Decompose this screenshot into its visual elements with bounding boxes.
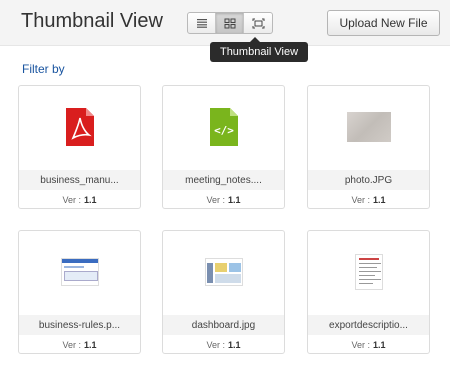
screenshot-thumbnail xyxy=(60,258,99,286)
version-value: 1.1 xyxy=(84,194,97,205)
file-card[interactable]: business_manu... Ver : 1.1 xyxy=(18,85,141,209)
view-toggle-group xyxy=(187,12,273,34)
file-card[interactable]: business-rules.p... Ver : 1.1 xyxy=(18,230,141,354)
file-thumbnail xyxy=(19,231,140,313)
version-label: Ver : xyxy=(206,339,225,350)
file-name: exportdescriptio... xyxy=(308,315,429,335)
page-title: Thumbnail View xyxy=(21,10,163,32)
thumbnail-view-button[interactable] xyxy=(216,13,244,33)
version-label: Ver : xyxy=(62,339,81,350)
expand-icon xyxy=(252,18,264,28)
version-label: Ver : xyxy=(351,339,370,350)
version-label: Ver : xyxy=(351,194,370,205)
file-card[interactable]: exportdescriptio... Ver : 1.1 xyxy=(307,230,430,354)
file-card[interactable]: </> meeting_notes.... Ver : 1.1 xyxy=(162,85,285,209)
grid-icon xyxy=(224,18,235,28)
upload-new-file-button[interactable]: Upload New File xyxy=(327,10,440,36)
file-version: Ver : 1.1 xyxy=(19,336,140,353)
file-version: Ver : 1.1 xyxy=(308,191,429,208)
pdf-file-icon xyxy=(65,108,94,146)
file-name: photo.JPG xyxy=(308,170,429,190)
file-name: meeting_notes.... xyxy=(163,170,284,190)
file-version: Ver : 1.1 xyxy=(19,191,140,208)
file-card[interactable]: photo.JPG Ver : 1.1 xyxy=(307,85,430,209)
dashboard-thumbnail xyxy=(204,258,243,286)
page-header: Thumbnail View Upload New File xyxy=(0,0,450,46)
file-thumbnail xyxy=(308,86,429,168)
version-label: Ver : xyxy=(62,194,81,205)
file-thumbnail xyxy=(308,231,429,313)
photo-thumbnail xyxy=(346,112,391,142)
filter-by-link[interactable]: Filter by xyxy=(22,62,65,76)
file-version: Ver : 1.1 xyxy=(163,336,284,353)
list-icon xyxy=(196,19,207,28)
file-name: business_manu... xyxy=(19,170,140,190)
file-thumbnail xyxy=(163,231,284,313)
code-file-icon: </> xyxy=(209,108,238,146)
version-value: 1.1 xyxy=(84,339,97,350)
version-value: 1.1 xyxy=(228,339,241,350)
file-version: Ver : 1.1 xyxy=(163,191,284,208)
version-value: 1.1 xyxy=(373,194,386,205)
document-thumbnail xyxy=(354,254,383,290)
list-view-button[interactable] xyxy=(188,13,216,33)
file-version: Ver : 1.1 xyxy=(308,336,429,353)
version-label: Ver : xyxy=(206,194,225,205)
file-thumbnail: </> xyxy=(163,86,284,168)
file-thumbnail xyxy=(19,86,140,168)
version-value: 1.1 xyxy=(228,194,241,205)
view-tooltip: Thumbnail View xyxy=(210,37,308,62)
file-card[interactable]: dashboard.jpg Ver : 1.1 xyxy=(162,230,285,354)
preview-view-button[interactable] xyxy=(244,13,272,33)
file-name: dashboard.jpg xyxy=(163,315,284,335)
version-value: 1.1 xyxy=(373,339,386,350)
file-name: business-rules.p... xyxy=(19,315,140,335)
svg-text:</>: </> xyxy=(214,124,234,137)
